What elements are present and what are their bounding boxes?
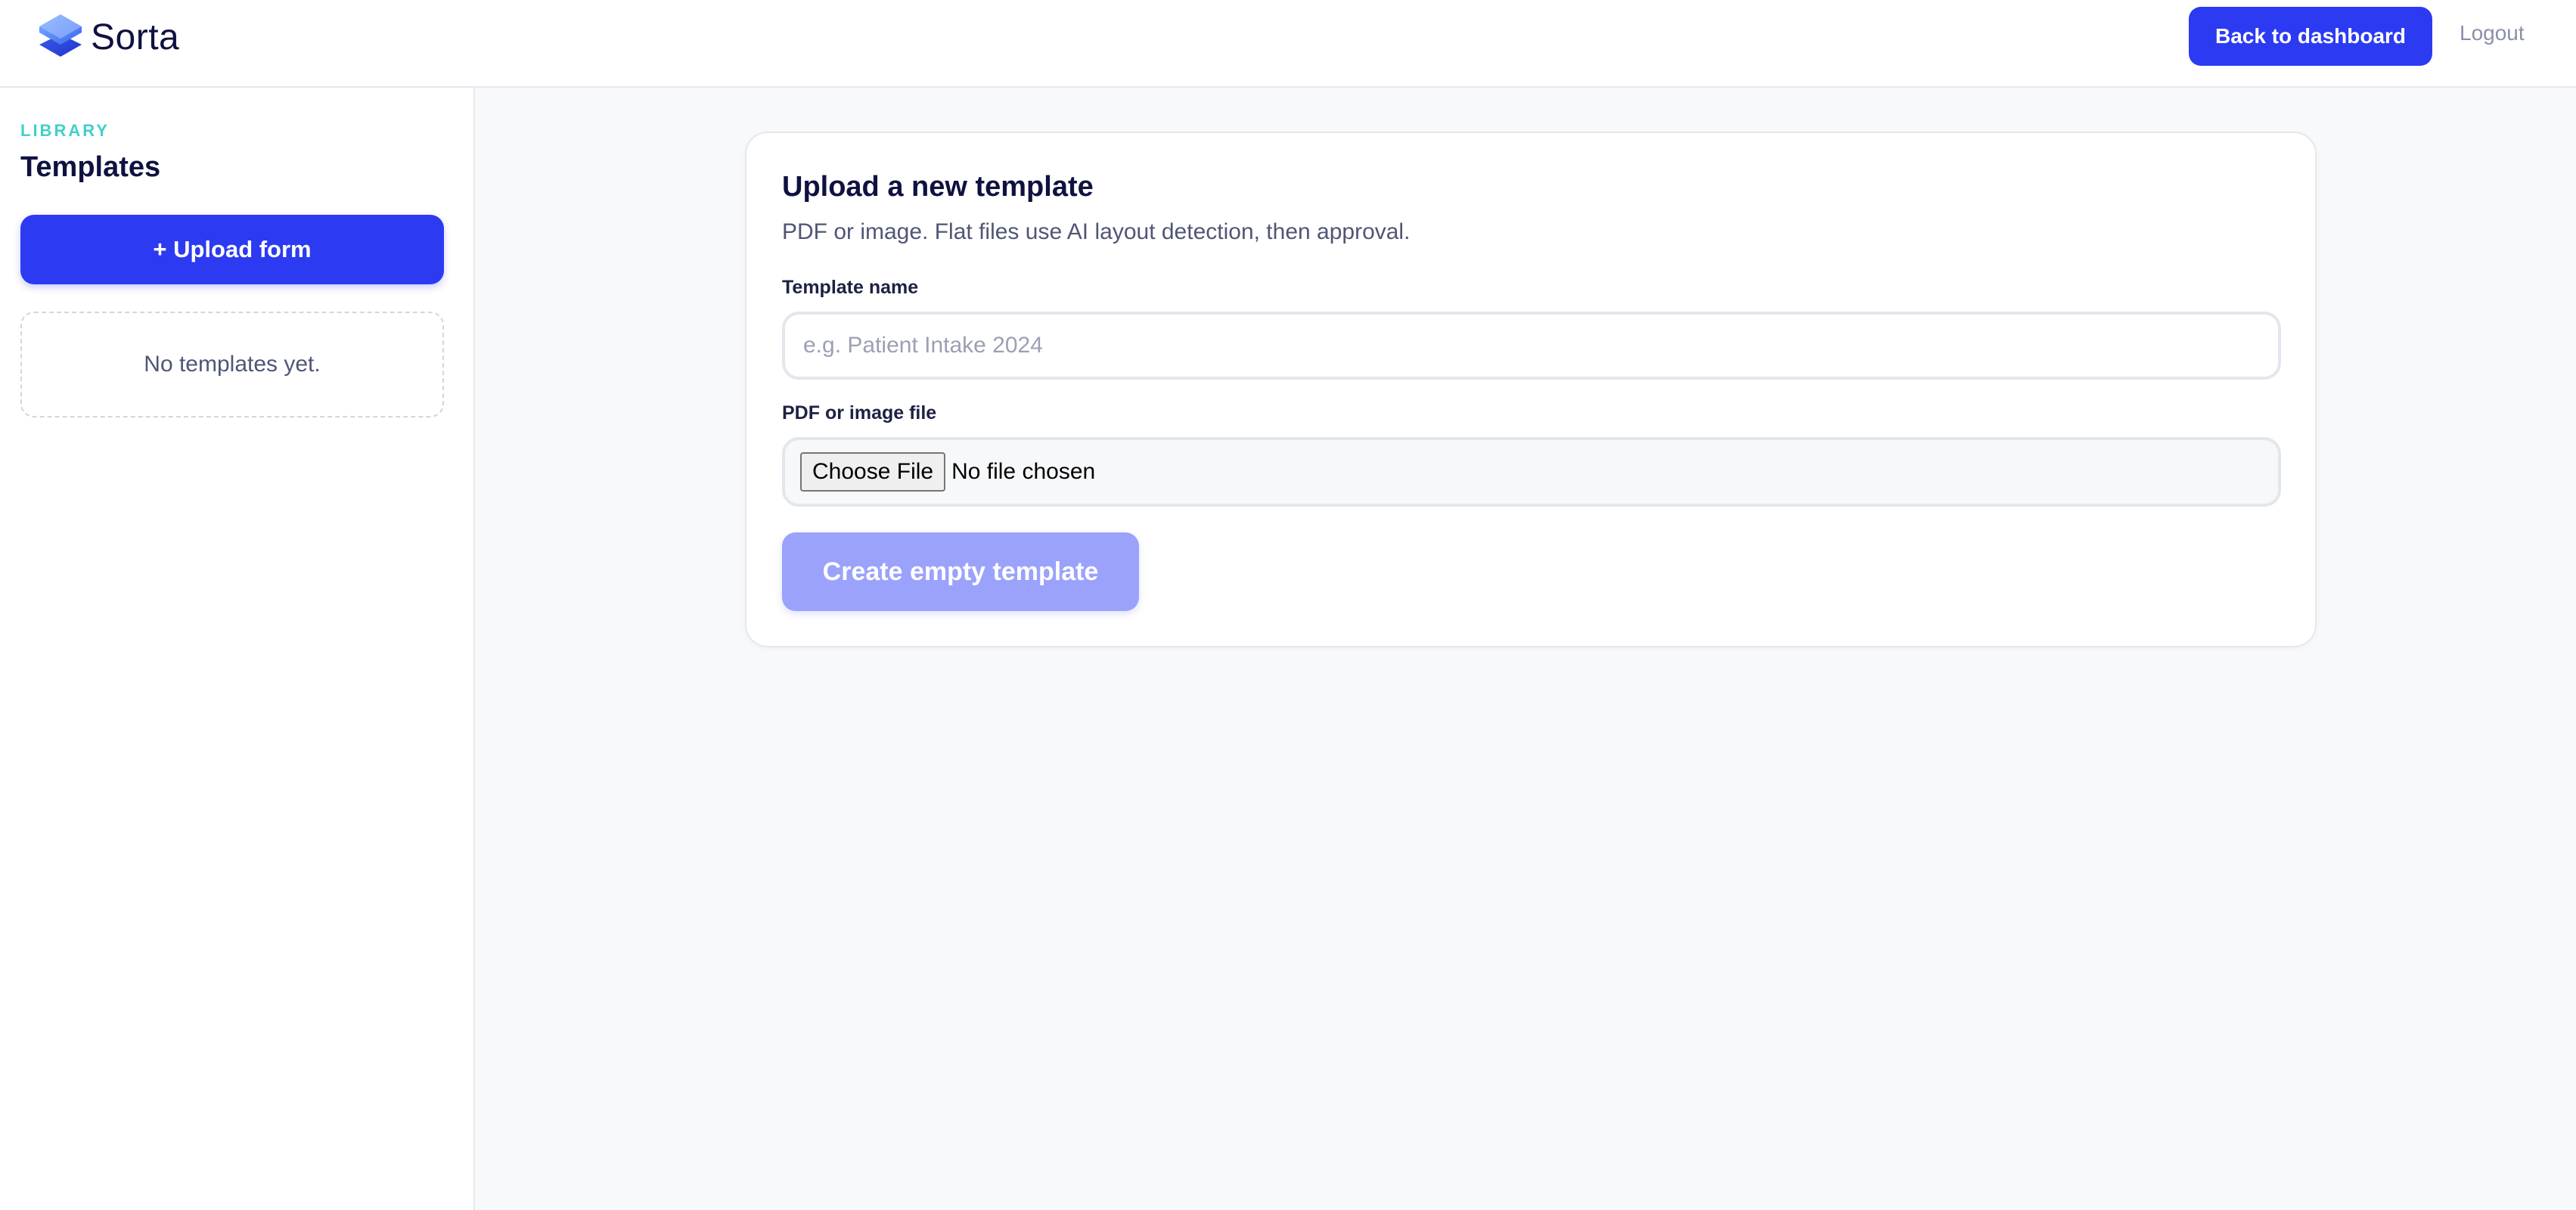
choose-file-button[interactable]: Choose File: [800, 452, 946, 492]
template-name-input[interactable]: [782, 312, 2281, 380]
file-status: No file chosen: [951, 459, 1096, 484]
upload-form-button[interactable]: + Upload form: [20, 215, 444, 284]
create-empty-template-button[interactable]: Create empty template: [782, 532, 1139, 611]
file-label: PDF or image file: [782, 402, 937, 424]
file-input[interactable]: Choose File No file chosen: [782, 437, 2281, 507]
templates-empty-state: No templates yet.: [20, 312, 444, 417]
stacked-layers-logo-icon: [39, 14, 82, 57]
sidebar-title: Templates: [20, 151, 161, 183]
sidebar-eyebrow: LIBRARY: [20, 121, 110, 140]
back-to-dashboard-button[interactable]: Back to dashboard: [2189, 7, 2432, 66]
sidebar: LIBRARY Templates + Upload form No templ…: [0, 88, 475, 1210]
upload-template-card: Upload a new template PDF or image. Flat…: [745, 132, 2317, 647]
brand-name: Sorta: [91, 17, 180, 57]
card-subtitle: PDF or image. Flat files use AI layout d…: [782, 219, 1411, 244]
card-title: Upload a new template: [782, 171, 1094, 203]
brand[interactable]: Sorta: [36, 11, 179, 64]
empty-state-message: No templates yet.: [144, 352, 321, 377]
top-bar: Sorta Back to dashboard Logout: [0, 0, 2576, 88]
logout-link[interactable]: Logout: [2460, 21, 2525, 45]
template-name-label: Template name: [782, 277, 919, 298]
